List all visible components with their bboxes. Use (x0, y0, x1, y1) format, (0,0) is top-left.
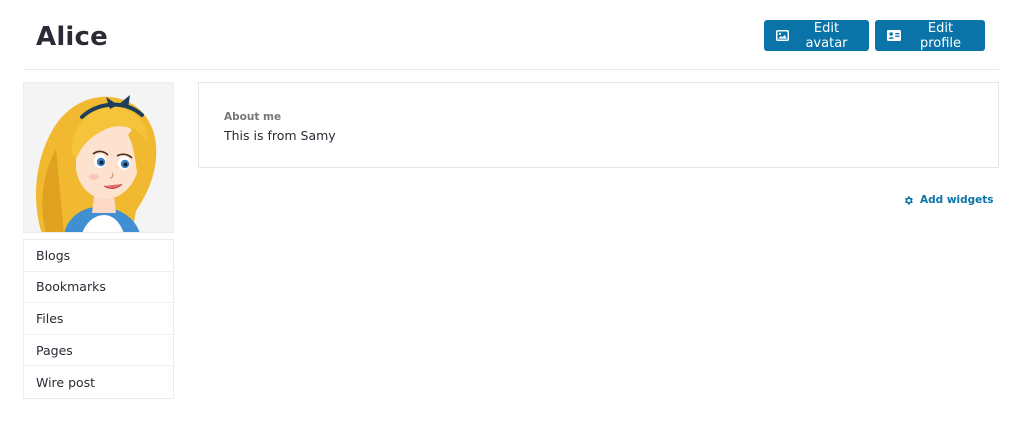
image-icon (776, 30, 789, 41)
edit-profile-button[interactable]: Edit profile (875, 20, 985, 51)
sidebar-item-bookmarks[interactable]: Bookmarks (24, 272, 173, 304)
about-me-label: About me (224, 111, 282, 123)
page-header: Alice Edit avatar Edit profile (24, 0, 999, 70)
gear-icon (903, 195, 914, 206)
avatar (23, 82, 174, 233)
sidebar-item-wire-post[interactable]: Wire post (24, 366, 173, 398)
about-me-panel: About me This is from Samy (198, 82, 999, 168)
page-title: Alice (36, 22, 108, 52)
id-card-icon (887, 30, 901, 41)
sidebar-menu: Blogs Bookmarks Files Pages Wire post (23, 239, 174, 399)
profile-page: Alice Edit avatar Edit profile Blogs Boo… (0, 0, 1015, 438)
add-widgets-link[interactable]: Add widgets (903, 194, 994, 206)
edit-avatar-button[interactable]: Edit avatar (764, 20, 869, 51)
about-me-text: This is from Samy (224, 128, 336, 143)
edit-avatar-label: Edit avatar (805, 20, 848, 51)
sidebar-item-blogs[interactable]: Blogs (24, 240, 173, 272)
sidebar-item-files[interactable]: Files (24, 303, 173, 335)
add-widgets-label: Add widgets (920, 194, 994, 206)
sidebar-item-pages[interactable]: Pages (24, 335, 173, 367)
edit-profile-label: Edit profile (919, 20, 962, 51)
